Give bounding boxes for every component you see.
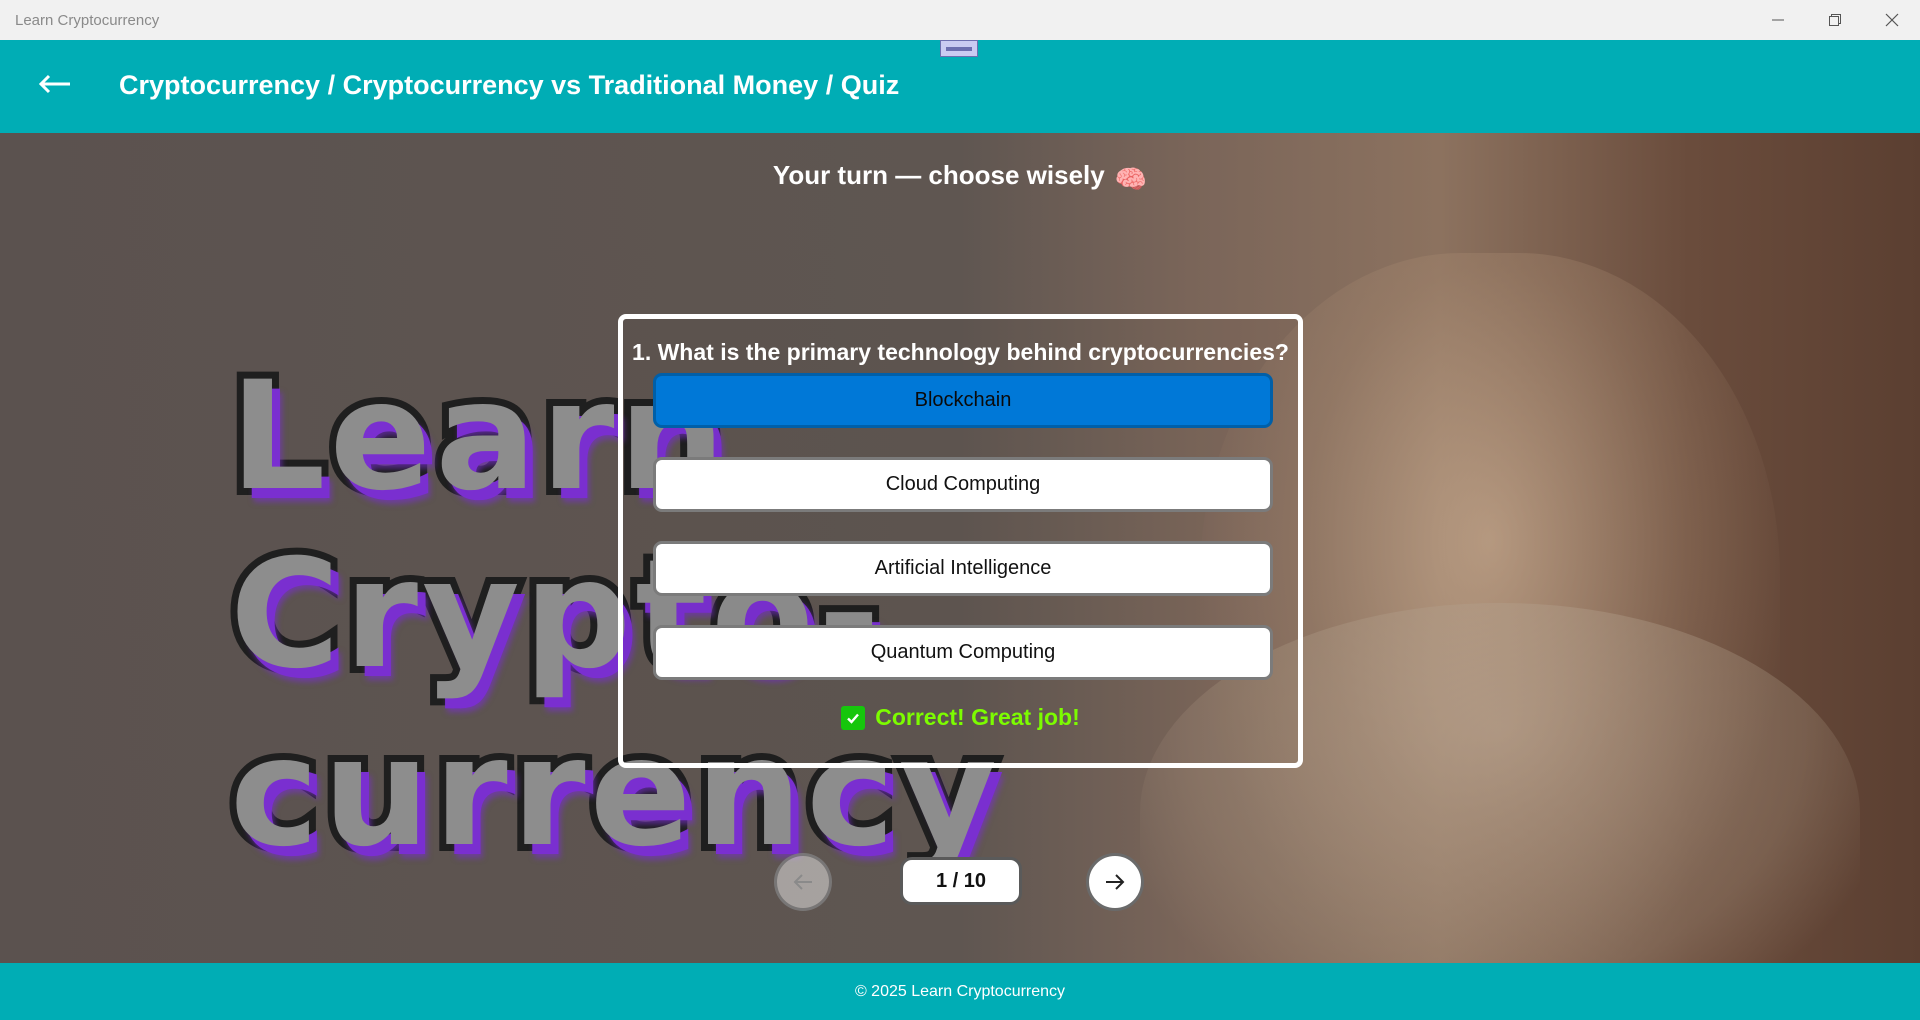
page-heading-text: Your turn — choose wisely [772, 160, 1105, 190]
arrow-right-icon [1106, 874, 1125, 890]
answer-option-blockchain[interactable]: Blockchain [653, 373, 1273, 428]
close-button[interactable] [1863, 0, 1920, 40]
window-controls [1749, 0, 1920, 40]
previous-question-button[interactable] [774, 853, 832, 911]
minimize-button[interactable] [1749, 0, 1806, 40]
window-title: Learn Cryptocurrency [15, 12, 160, 29]
footer-copyright: © 2025 Learn Cryptocurrency [854, 982, 1066, 1000]
answer-option-label: Blockchain [914, 389, 1012, 411]
brain-icon: 🧠 [1114, 164, 1148, 194]
answer-feedback: Correct! Great job! [623, 704, 1298, 731]
next-question-button[interactable] [1086, 853, 1144, 911]
breadcrumb: Cryptocurrency / Cryptocurrency vs Tradi… [119, 70, 900, 100]
app-footer: © 2025 Learn Cryptocurrency [0, 963, 1920, 1020]
back-button[interactable] [30, 64, 80, 104]
answer-option-artificial-intelligence[interactable]: Artificial Intelligence [653, 541, 1273, 596]
answer-option-label: Cloud Computing [885, 473, 1041, 495]
app-header: Cryptocurrency / Cryptocurrency vs Tradi… [0, 40, 1920, 133]
answer-option-quantum-computing[interactable]: Quantum Computing [653, 625, 1273, 680]
quiz-card: 1. What is the primary technology behind… [618, 314, 1303, 768]
feedback-text: Correct! Great job! [875, 704, 1080, 730]
quiz-page: Learn Crypto- currency Your turn — choos… [0, 133, 1920, 963]
page-indicator: 1 / 10 [900, 857, 1022, 905]
drag-handle-grip [946, 46, 972, 51]
arrow-left-icon [38, 74, 70, 94]
answer-option-label: Artificial Intelligence [874, 557, 1052, 579]
check-icon [841, 705, 866, 730]
close-icon [1885, 13, 1898, 27]
answer-option-label: Quantum Computing [870, 641, 1056, 663]
restore-button[interactable] [1806, 0, 1863, 40]
answer-option-cloud-computing[interactable]: Cloud Computing [653, 457, 1273, 512]
drag-handle[interactable] [940, 40, 978, 57]
page-heading: Your turn — choose wisely 🧠 [0, 160, 1920, 195]
title-bar: Learn Cryptocurrency [0, 0, 1920, 40]
question-text: 1. What is the primary technology behind… [632, 339, 1289, 365]
restore-icon [1828, 14, 1841, 26]
minimize-icon [1771, 19, 1784, 21]
arrow-left-icon [793, 874, 812, 890]
